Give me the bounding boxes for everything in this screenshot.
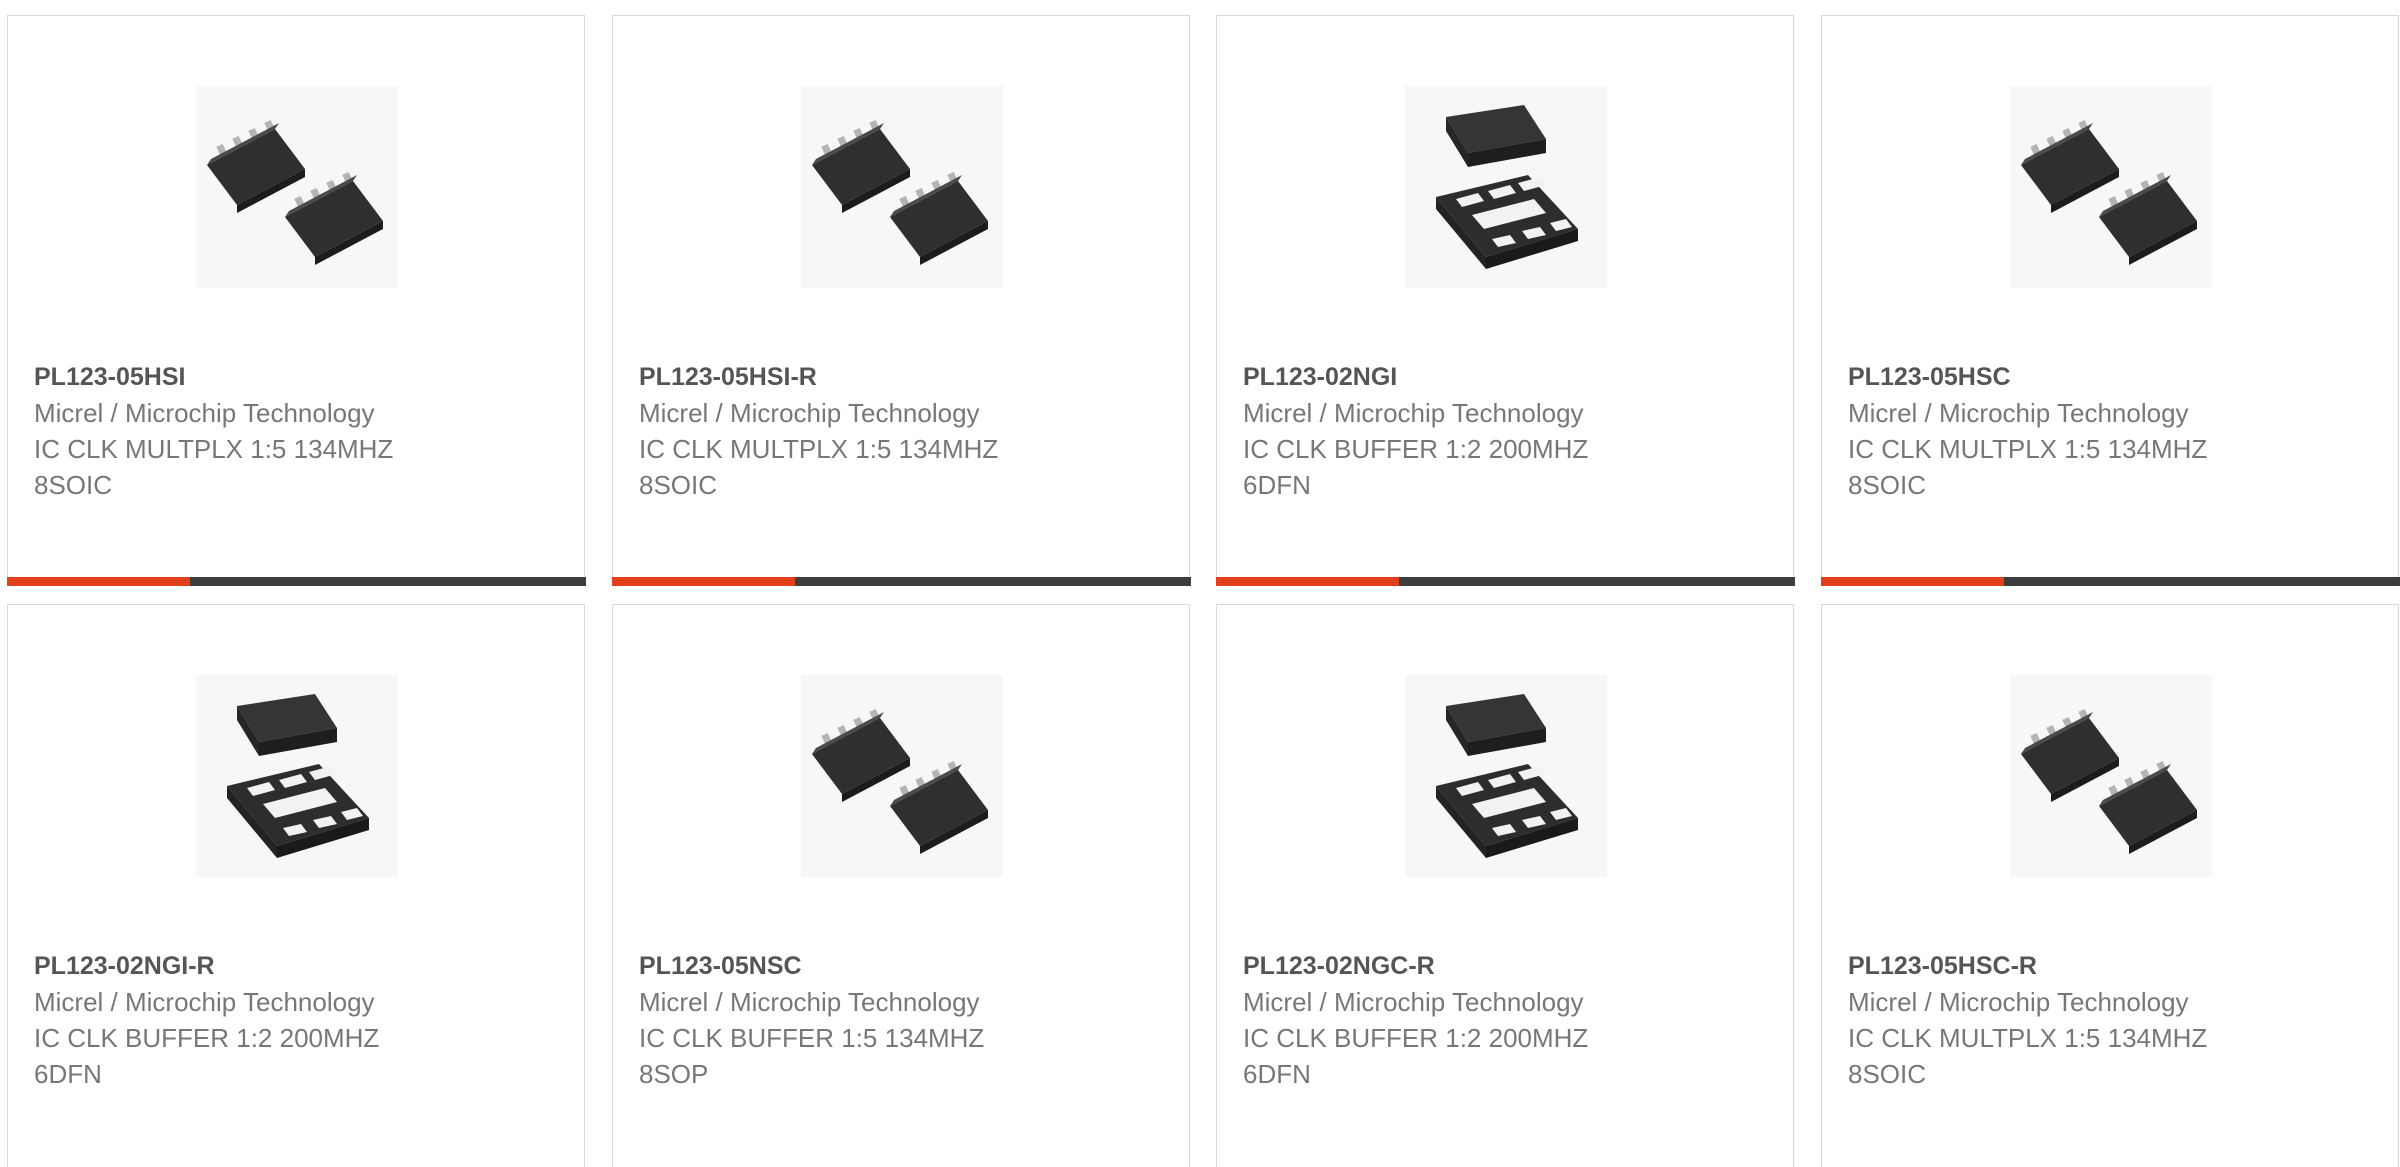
package-line: 8SOIC <box>1848 1059 1927 1089</box>
manufacturer: Micrel / Microchip Technology <box>639 398 980 428</box>
product-card[interactable]: PL123-02NGI Micrel / Microchip Technolog… <box>1215 15 1795 586</box>
description-line: IC CLK BUFFER 1:5 134MHZ <box>639 1023 985 1053</box>
manufacturer: Micrel / Microchip Technology <box>34 398 375 428</box>
product-image[interactable] <box>2010 675 2212 877</box>
description-line: IC CLK MULTPLX 1:5 134MHZ <box>34 434 394 464</box>
package-line: 6DFN <box>1243 1059 1311 1089</box>
product-image[interactable] <box>801 675 1003 877</box>
product-info: PL123-02NGI Micrel / Microchip Technolog… <box>1243 359 1773 503</box>
product-image[interactable] <box>801 86 1003 288</box>
product-card[interactable]: PL123-05HSC-R Micrel / Microchip Technol… <box>1821 604 2399 1167</box>
manufacturer: Micrel / Microchip Technology <box>639 987 980 1017</box>
package-line: 8SOP <box>639 1059 709 1089</box>
manufacturer: Micrel / Microchip Technology <box>1848 398 2189 428</box>
description-line: IC CLK MULTPLX 1:5 134MHZ <box>1848 434 2208 464</box>
manufacturer: Micrel / Microchip Technology <box>1243 398 1584 428</box>
product-info: PL123-05NSC Micrel / Microchip Technolog… <box>639 948 1169 1092</box>
product-image[interactable] <box>2010 86 2212 288</box>
product-info: PL123-05HSC-R Micrel / Microchip Technol… <box>1848 948 2378 1092</box>
card-bottom-bar <box>1820 577 2400 586</box>
product-info: PL123-05HSI Micrel / Microchip Technolog… <box>34 359 564 503</box>
part-number[interactable]: PL123-05NSC <box>639 948 1169 984</box>
part-number[interactable]: PL123-05HSI-R <box>639 359 1169 395</box>
product-info: PL123-05HSC Micrel / Microchip Technolog… <box>1848 359 2378 503</box>
product-card[interactable]: PL123-02NGC-R Micrel / Microchip Technol… <box>1216 604 1794 1167</box>
product-card[interactable]: PL123-05HSI Micrel / Microchip Technolog… <box>6 15 586 586</box>
product-image[interactable] <box>196 675 398 877</box>
description-line: IC CLK BUFFER 1:2 200MHZ <box>34 1023 380 1053</box>
dfn-chip-icon <box>227 694 369 858</box>
manufacturer: Micrel / Microchip Technology <box>1243 987 1584 1017</box>
package-line: 6DFN <box>34 1059 102 1089</box>
description-line: IC CLK BUFFER 1:2 200MHZ <box>1243 1023 1589 1053</box>
soic-chip-icon <box>812 119 988 266</box>
accent-segment <box>6 577 190 586</box>
soic-chip-icon <box>2021 119 2197 266</box>
card-bottom-bar <box>6 577 586 586</box>
description-line: IC CLK BUFFER 1:2 200MHZ <box>1243 434 1589 464</box>
product-image[interactable] <box>1405 675 1607 877</box>
product-grid: PL123-05HSI Micrel / Microchip Technolog… <box>0 0 2400 1167</box>
product-info: PL123-05HSI-R Micrel / Microchip Technol… <box>639 359 1169 503</box>
product-card[interactable]: PL123-05NSC Micrel / Microchip Technolog… <box>612 604 1190 1167</box>
soic-chip-icon <box>812 708 988 854</box>
product-image[interactable] <box>196 86 398 288</box>
package-line: 8SOIC <box>639 470 718 500</box>
product-card[interactable]: PL123-05HSC Micrel / Microchip Technolog… <box>1820 15 2400 586</box>
product-image[interactable] <box>1405 86 1607 288</box>
part-number[interactable]: PL123-02NGI <box>1243 359 1773 395</box>
description-line: IC CLK MULTPLX 1:5 134MHZ <box>639 434 999 464</box>
part-number[interactable]: PL123-05HSC-R <box>1848 948 2378 984</box>
product-card[interactable]: PL123-05HSI-R Micrel / Microchip Technol… <box>611 15 1191 586</box>
part-number[interactable]: PL123-05HSC <box>1848 359 2378 395</box>
card-bottom-bar <box>1215 577 1795 586</box>
part-number[interactable]: PL123-05HSI <box>34 359 564 395</box>
accent-segment <box>1820 577 2004 586</box>
card-bottom-bar <box>611 577 1191 586</box>
package-line: 6DFN <box>1243 470 1311 500</box>
accent-segment <box>611 577 795 586</box>
product-info: PL123-02NGC-R Micrel / Microchip Technol… <box>1243 948 1773 1092</box>
manufacturer: Micrel / Microchip Technology <box>1848 987 2189 1017</box>
product-info: PL123-02NGI-R Micrel / Microchip Technol… <box>34 948 564 1092</box>
manufacturer: Micrel / Microchip Technology <box>34 987 375 1017</box>
accent-segment <box>1215 577 1399 586</box>
dfn-chip-icon <box>1436 694 1578 858</box>
package-line: 8SOIC <box>1848 470 1927 500</box>
description-line: IC CLK MULTPLX 1:5 134MHZ <box>1848 1023 2208 1053</box>
soic-chip-icon <box>2021 708 2197 854</box>
part-number[interactable]: PL123-02NGC-R <box>1243 948 1773 984</box>
package-line: 8SOIC <box>34 470 113 500</box>
product-card[interactable]: PL123-02NGI-R Micrel / Microchip Technol… <box>7 604 585 1167</box>
part-number[interactable]: PL123-02NGI-R <box>34 948 564 984</box>
soic-chip-icon <box>207 119 383 266</box>
dfn-chip-icon <box>1436 105 1578 269</box>
